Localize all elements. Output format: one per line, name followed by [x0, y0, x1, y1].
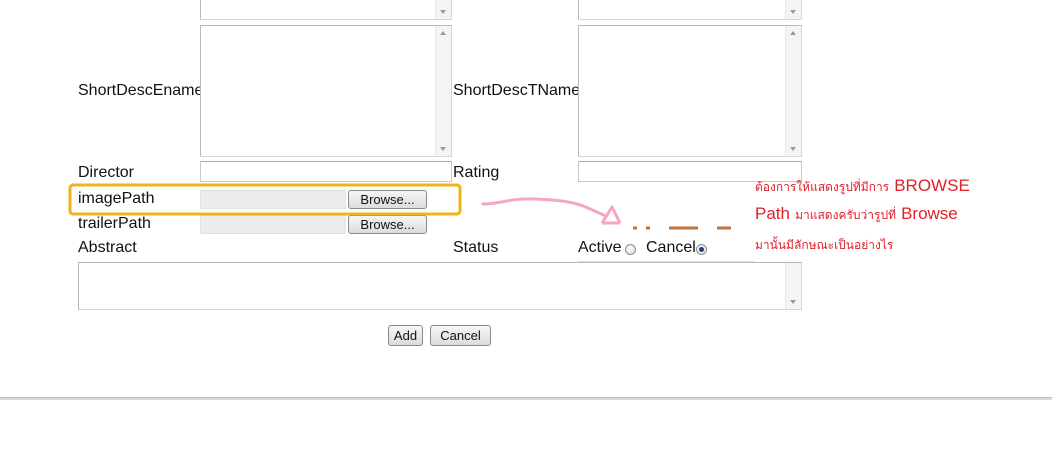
pink-arrow-icon: [481, 197, 608, 218]
annotation-line-2-en-b: Browse: [901, 204, 958, 223]
annotation-line-1-en: BROWSE: [894, 176, 970, 195]
annotation-line-1-thai: ต้องการให้แสดงรูปที่มีการ: [755, 180, 890, 194]
annotation-line-2-en-a: Path: [755, 204, 790, 223]
annotation-line-2-thai: มาแสดงครับว่ารูปที่: [795, 208, 896, 222]
annotation-line-3: มานั้นมีลักษณะเป็นอย่างไร: [755, 234, 893, 255]
annotation-overlay: [68, 183, 754, 263]
annotation-line-1: ต้องการให้แสดงรูปที่มีการ BROWSE: [755, 176, 970, 197]
image-path-highlight-box: [68, 183, 462, 216]
annotation-line-2: Path มาแสดงครับว่ารูปที่ Browse: [755, 204, 958, 225]
annotation-line-3-thai: มานั้นมีลักษณะเป็นอย่างไร: [755, 238, 894, 252]
